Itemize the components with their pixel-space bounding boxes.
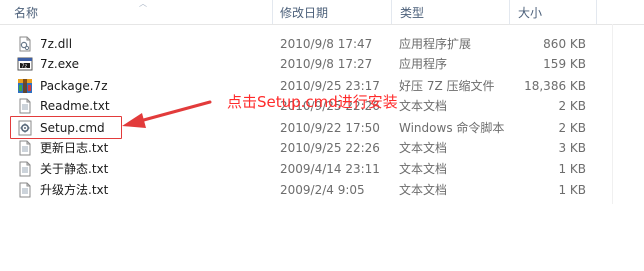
file-type: 文本文档 xyxy=(399,141,448,155)
file-size: 3 KB xyxy=(558,141,586,155)
file-size: 1 KB xyxy=(558,183,586,197)
column-header-type[interactable]: 类型 xyxy=(396,0,509,24)
column-divider[interactable] xyxy=(272,0,273,24)
archive-7z-icon xyxy=(18,79,32,93)
file-name: Package.7z xyxy=(40,79,108,93)
file-size: 2 KB xyxy=(558,121,586,135)
file-type: 文本文档 xyxy=(399,162,448,176)
column-header-size[interactable]: 大小 xyxy=(514,0,594,24)
file-type: Windows 命令脚本 xyxy=(399,121,505,135)
file-name: Readme.txt xyxy=(40,99,110,113)
dll-file-icon xyxy=(19,36,31,52)
file-row[interactable]: 7z 7z.exe 2010/9/8 17:27 应用程序 159 KB xyxy=(0,53,644,75)
install-instruction-text: 点击Setup.cmd进行安装 xyxy=(227,93,398,111)
file-name: 更新日志.txt xyxy=(40,141,109,155)
column-header-date[interactable]: 修改日期 xyxy=(276,0,391,24)
file-row[interactable]: 更新日志.txt 2010/9/25 22:26 文本文档 3 KB xyxy=(0,137,644,159)
text-file-icon xyxy=(19,161,31,177)
sort-ascending-icon: ︿ xyxy=(139,0,147,8)
svg-text:7z: 7z xyxy=(21,63,27,69)
column-divider[interactable] xyxy=(509,0,510,24)
file-row[interactable]: 关于静态.txt 2009/4/14 23:11 文本文档 1 KB xyxy=(0,158,644,180)
file-name: 7z.exe xyxy=(40,57,80,71)
text-file-icon xyxy=(19,140,31,156)
file-date: 2010/9/8 17:47 xyxy=(280,37,373,51)
file-name: 升级方法.txt xyxy=(40,183,109,197)
column-divider[interactable] xyxy=(596,0,597,24)
setup-highlight-box xyxy=(10,116,122,139)
file-date: 2010/9/25 22:26 xyxy=(280,141,380,155)
file-type: 应用程序 xyxy=(399,57,448,71)
file-date: 2009/4/14 23:11 xyxy=(280,162,380,176)
file-date: 2010/9/8 17:27 xyxy=(280,57,373,71)
column-divider[interactable] xyxy=(391,0,392,24)
file-name: 关于静态.txt xyxy=(40,162,109,176)
file-date: 2010/9/22 17:50 xyxy=(280,121,380,135)
file-size: 18,386 KB xyxy=(524,79,586,93)
file-type: 文本文档 xyxy=(399,99,448,113)
file-row[interactable]: 升级方法.txt 2009/2/4 9:05 文本文档 1 KB xyxy=(0,179,644,201)
file-name: 7z.dll xyxy=(40,37,73,51)
column-header-bar: 名称 ︿ 修改日期 类型 大小 xyxy=(0,0,644,25)
text-file-icon xyxy=(19,98,31,114)
file-type: 文本文档 xyxy=(399,183,448,197)
text-file-icon xyxy=(19,182,31,198)
file-type: 应用程序扩展 xyxy=(399,37,472,51)
file-type: 好压 7Z 压缩文件 xyxy=(399,79,495,93)
file-row[interactable]: 7z.dll 2010/9/8 17:47 应用程序扩展 860 KB xyxy=(0,33,644,55)
file-date: 2009/2/4 9:05 xyxy=(280,183,365,197)
column-header-name[interactable]: 名称 xyxy=(0,0,272,24)
exe-app-icon: 7z xyxy=(17,57,33,71)
file-size: 860 KB xyxy=(543,37,586,51)
file-size: 1 KB xyxy=(558,162,586,176)
file-size: 159 KB xyxy=(543,57,586,71)
file-size: 2 KB xyxy=(558,99,586,113)
